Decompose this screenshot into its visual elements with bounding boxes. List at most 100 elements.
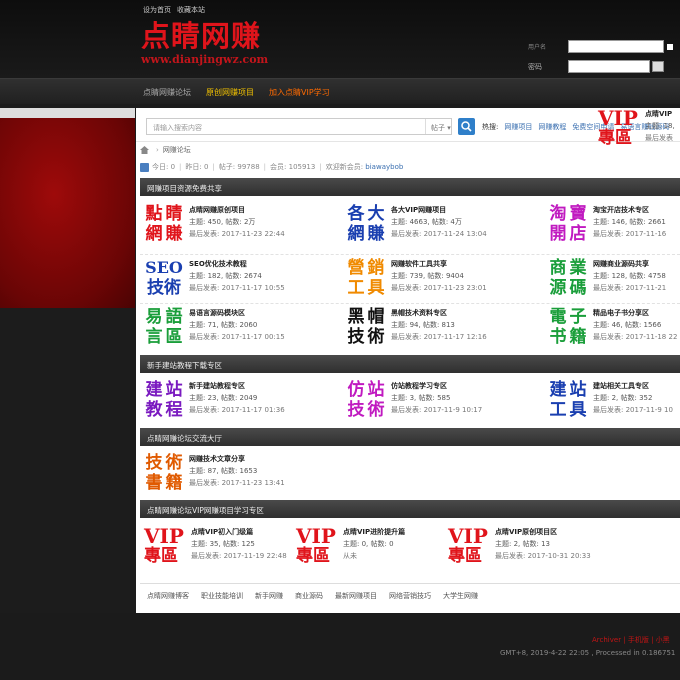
forum-item[interactable]: VIP 專區 点睛VIP原创项目区 主题: 2, 帖数: 13 最后发表: 2017-1… <box>448 526 591 566</box>
forum-name[interactable]: 网赚商业源码共享 <box>593 259 666 269</box>
forum-name[interactable]: SEO优化技术教程 <box>189 259 285 269</box>
forum-icon-char: 開 <box>549 224 567 244</box>
forum-last-post[interactable]: 最后发表: 2017-11-19 22:48 <box>191 551 287 561</box>
forum-item[interactable]: 建站教程新手建站教程专区 主题: 23, 帖数: 2049 最后发表: 2017-1… <box>144 380 285 420</box>
forum-item[interactable]: VIP 專區 点睛VIP初入门级篇 主题: 35, 帖数: 125 最后发表: 2017… <box>144 526 287 566</box>
forum-name[interactable]: 点睛VIP <box>645 109 675 119</box>
footer-links[interactable]: Archiver | 手机版 | 小黑 <box>592 635 670 645</box>
forum-meta: 主题: 128, 帖数: 4758 <box>593 272 666 280</box>
friend-link[interactable]: 职业技能培训 <box>201 591 243 605</box>
forum-name[interactable]: 网赚技术文章分享 <box>189 454 285 464</box>
forum-last-post[interactable]: 最后发表: 2017-11-9 10:17 <box>391 405 482 415</box>
forum-icon[interactable]: 技術書籍 <box>144 453 184 493</box>
section-header[interactable]: 点睛网赚论坛交流大厅 <box>140 428 680 446</box>
hot-search-item[interactable]: 网赚项目 <box>504 122 532 132</box>
forum-icon[interactable]: 黑帽技術 <box>346 307 386 347</box>
forum-icon[interactable]: VIP 專區 <box>598 108 640 148</box>
forum-item[interactable]: 點睛網賺点睛网赚原创项目 主题: 450, 帖数: 2万 最后发表: 2017-11… <box>144 204 285 244</box>
forum-item[interactable]: 建站工具建站相关工具专区 主题: 2, 帖数: 352 最后发表: 2017-11-… <box>548 380 673 420</box>
forum-icon[interactable]: VIP 專區 <box>144 526 186 566</box>
forum-name[interactable]: 精品电子书分享区 <box>593 308 677 318</box>
friend-link[interactable]: 最新网赚项目 <box>335 591 377 605</box>
forum-name[interactable]: 仿站教程学习专区 <box>391 381 482 391</box>
forum-item[interactable]: 易語言區易语言源码模块区 主题: 71, 帖数: 2060 最后发表: 2017-1… <box>144 307 285 347</box>
forum-name[interactable]: 网赚软件工具共享 <box>391 259 487 269</box>
forum-icon[interactable]: 電子书籍 <box>548 307 588 347</box>
site-logo[interactable]: 点睛网赚 www.dianjingwz.com <box>141 20 268 66</box>
forum-icon[interactable]: 建站教程 <box>144 380 184 420</box>
section-header[interactable]: 新手建站教程下载专区 <box>140 355 680 373</box>
friend-link[interactable]: 网络营销技巧 <box>389 591 431 605</box>
forum-name[interactable]: 淘宝开店技术专区 <box>593 205 666 215</box>
friend-link[interactable]: 点睛网赚博客 <box>147 591 189 605</box>
forum-name[interactable]: 各大VIP网赚项目 <box>391 205 487 215</box>
forum-icon[interactable]: 商業源碼 <box>548 258 588 298</box>
forum-item[interactable]: 黑帽技術黑帽技术资料专区 主题: 94, 帖数: 813 最后发表: 2017-11… <box>346 307 487 347</box>
forum-item[interactable]: 淘寶開店淘宝开店技术专区 主题: 146, 帖数: 2661 最后发表: 2017-… <box>548 204 667 244</box>
forum-icon[interactable]: 建站工具 <box>548 380 588 420</box>
forum-item[interactable]: 技術書籍网赚技术文章分享 主题: 87, 帖数: 1653 最后发表: 2017-1… <box>144 453 285 493</box>
forum-name[interactable]: 点睛网赚原创项目 <box>189 205 285 215</box>
friend-link[interactable]: 大学生网赚 <box>443 591 478 605</box>
forum-last-post[interactable]: 最后发表: 2017-11-17 12:16 <box>391 332 487 342</box>
login-button[interactable] <box>652 61 664 72</box>
forum-item[interactable]: 各大網賺各大VIP网赚项目 主题: 4663, 帖数: 4万 最后发表: 2017-… <box>346 204 487 244</box>
friend-link[interactable]: 新手网赚 <box>255 591 283 605</box>
password-input[interactable] <box>568 60 650 73</box>
forum-last-post[interactable]: 最后发表: 2017-11-23 22:44 <box>189 229 285 239</box>
forum-last-post[interactable]: 最后发表: 2017-11-17 01:36 <box>189 405 285 415</box>
forum-item[interactable]: 商業源碼网赚商业源码共享 主题: 128, 帖数: 4758 最后发表: 2017-… <box>548 258 667 298</box>
search-input[interactable]: 请输入搜索内容 帖子 ▾ <box>146 118 452 135</box>
forum-item[interactable]: 仿站技術仿站教程学习专区 主题: 3, 帖数: 585 最后发表: 2017-11-… <box>346 380 483 420</box>
forum-icon[interactable]: 營銷工具 <box>346 258 386 298</box>
forum-last-post[interactable]: 最后发表: 2017-11-21 <box>593 283 666 293</box>
username-label[interactable]: 用户名 <box>528 42 568 51</box>
username-input[interactable] <box>568 40 664 53</box>
forum-icon[interactable]: VIP 專區 <box>296 526 338 566</box>
search-button[interactable] <box>458 118 475 135</box>
forum-name[interactable]: 黑帽技术资料专区 <box>391 308 487 318</box>
forum-icon[interactable]: 易語言區 <box>144 307 184 347</box>
forum-name[interactable]: 新手建站教程专区 <box>189 381 285 391</box>
forum-item[interactable]: 營銷工具网赚软件工具共享 主题: 739, 帖数: 9404 最后发表: 2017-… <box>346 258 487 298</box>
forum-last-post[interactable]: 最后发表: 2017-11-24 13:04 <box>391 229 487 239</box>
forum-last-post[interactable]: 最后发表: 2017-11-23 23:01 <box>391 283 487 293</box>
forum-name[interactable]: 点睛VIP初入门级篇 <box>191 527 287 537</box>
remember-checkbox[interactable] <box>667 43 673 50</box>
forum-last-post[interactable]: 最后发表: 2017-11-16 <box>593 229 666 239</box>
forum-icon[interactable]: SEO 技術 <box>144 258 184 298</box>
bookmark-link[interactable]: 收藏本站 <box>177 5 205 15</box>
forum-last-post[interactable]: 最后发表: 2017-11-17 10:55 <box>189 283 285 293</box>
forum-icon[interactable]: VIP 專區 <box>448 526 490 566</box>
home-icon[interactable] <box>140 146 149 154</box>
forum-name[interactable]: 点睛VIP进阶提升篇 <box>343 527 405 537</box>
newest-member-link[interactable]: biawaybob <box>365 163 403 171</box>
nav-item-vip[interactable]: 加入点睛VIP学习 <box>269 87 330 98</box>
forum-icon[interactable]: 淘寶開店 <box>548 204 588 244</box>
forum-item[interactable]: VIP 專區 点睛VIP进阶提升篇 主题: 0, 帖数: 0 从未 <box>296 526 405 566</box>
section-header[interactable]: 网赚项目资源免费共享 <box>140 178 680 196</box>
forum-icon[interactable]: 各大網賺 <box>346 204 386 244</box>
forum-last-post[interactable]: 最后发表: 2017-11-17 00:15 <box>189 332 285 342</box>
forum-item[interactable]: SEO 技術 SEO优化技术教程 主题: 182, 帖数: 2674 最后发表: 201… <box>144 258 285 298</box>
forum-item[interactable]: 電子书籍精品电子书分享区 主题: 46, 帖数: 1566 最后发表: 2017-1… <box>548 307 678 347</box>
nav-item-forum[interactable]: 点睛网赚论坛 <box>143 87 191 98</box>
forum-icon[interactable]: 仿站技術 <box>346 380 386 420</box>
forum-last-post[interactable]: 最后发表: 2017-11-23 13:41 <box>189 478 285 488</box>
forum-name[interactable]: 易语言源码模块区 <box>189 308 285 318</box>
friend-link[interactable]: 商业源码 <box>295 591 323 605</box>
forum-icon[interactable]: 點睛網賺 <box>144 204 184 244</box>
breadcrumb-forum[interactable]: 网赚论坛 <box>163 145 191 155</box>
forum-name[interactable]: 点睛VIP原创项目区 <box>495 527 591 537</box>
forum-last-post[interactable]: 最后发表: 2017-10-31 20:33 <box>495 551 591 561</box>
forum-last-post[interactable]: 最后发表: 2017-11-9 10 <box>593 405 673 415</box>
forum-name[interactable]: 建站相关工具专区 <box>593 381 673 391</box>
forum-item[interactable]: VIP 專區 点睛VIP 主题: 18, 最后发表 <box>598 108 675 148</box>
set-homepage-link[interactable]: 设为首页 <box>143 5 171 15</box>
hot-search-item[interactable]: 网赚教程 <box>538 122 566 132</box>
forum-last-post[interactable]: 从未 <box>343 551 405 561</box>
forum-last-post[interactable]: 最后发表: 2017-11-18 22 <box>593 332 677 342</box>
section-header[interactable]: 点睛网赚论坛VIP网赚项目学习专区 <box>140 500 680 518</box>
forum-last-post[interactable]: 最后发表 <box>645 133 675 143</box>
nav-item-original-projects[interactable]: 原创网赚项目 <box>206 87 254 98</box>
